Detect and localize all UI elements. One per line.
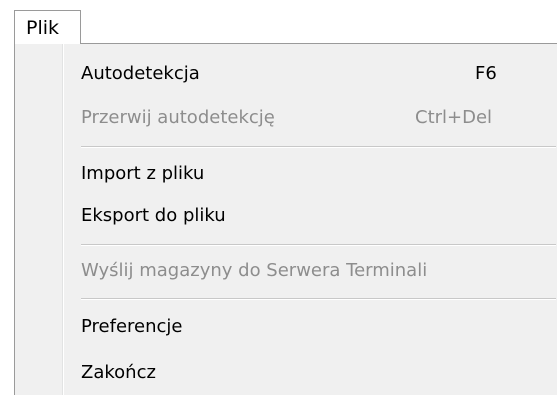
menu-item-label: Import z pliku	[81, 163, 205, 184]
menu-item-zakoncz[interactable]: Zakończ	[15, 353, 556, 393]
menu-item-shortcut: F6	[475, 63, 497, 84]
menu-item-import-z-pliku[interactable]: Import z pliku	[15, 154, 556, 194]
file-dropdown-menu: Autodetekcja F6 Przerwij autodetekcję Ct…	[14, 43, 557, 395]
menu-bar: Plik	[0, 0, 557, 44]
menu-item-autodetekcja[interactable]: Autodetekcja F6	[15, 54, 556, 94]
menu-item-label: Zakończ	[81, 362, 156, 383]
menu-item-label: Autodetekcja	[81, 63, 200, 84]
menu-separator	[81, 298, 556, 300]
menu-item-label: Eksport do pliku	[81, 205, 226, 226]
menu-item-przerwij-autodetekcje: Przerwij autodetekcję Ctrl+Del	[15, 98, 556, 138]
menu-separator	[81, 244, 556, 246]
menu-item-wyslij-magazyny: Wyślij magazyny do Serwera Terminali	[15, 251, 556, 291]
menu-item-label: Wyślij magazyny do Serwera Terminali	[81, 260, 428, 281]
menu-item-label: Przerwij autodetekcję	[81, 107, 275, 128]
menu-plik[interactable]: Plik	[14, 10, 81, 44]
menu-item-label: Preferencje	[81, 316, 183, 337]
menu-item-shortcut: Ctrl+Del	[415, 107, 493, 128]
menu-separator	[81, 146, 556, 148]
menu-item-eksport-do-pliku[interactable]: Eksport do pliku	[15, 196, 556, 236]
menu-item-preferencje[interactable]: Preferencje	[15, 307, 556, 347]
